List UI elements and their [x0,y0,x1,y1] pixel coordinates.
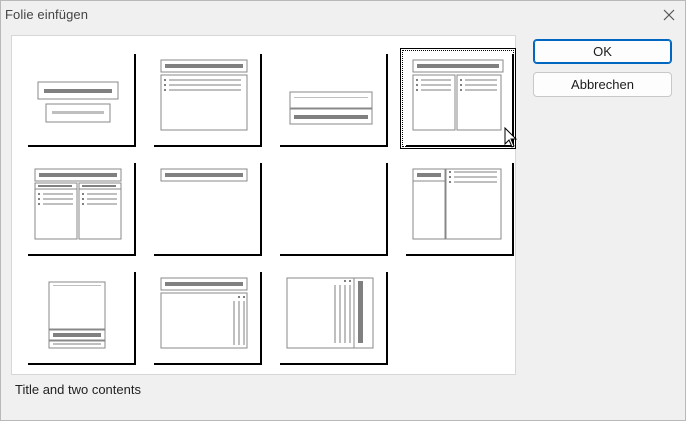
layout-comparison[interactable] [26,161,134,254]
insert-slide-dialog: Folie einfügen Title and two contents OK… [0,0,686,421]
dialog-title: Folie einfügen [5,7,89,22]
layout-title-slide[interactable] [26,52,134,145]
layout-section-header[interactable] [278,52,386,145]
layout-content-caption[interactable] [404,161,512,254]
layout-title-content[interactable] [152,52,260,145]
close-button[interactable] [657,3,681,27]
mouse-pointer-icon [504,127,518,148]
ok-button[interactable]: OK [533,39,672,64]
layout-blank[interactable] [278,161,386,254]
title-bar: Folie einfügen [1,1,685,29]
close-icon [663,9,675,21]
cancel-button[interactable]: Abbrechen [533,72,672,97]
layout-two-content[interactable] [400,48,516,149]
layout-gallery [11,35,516,375]
layout-picture-caption[interactable] [26,270,134,363]
layout-title-only[interactable] [152,161,260,254]
layout-title-vertical-text[interactable] [152,270,260,363]
layout-vertical-title-text[interactable] [278,270,386,363]
selected-layout-name: Title and two contents [15,382,141,397]
